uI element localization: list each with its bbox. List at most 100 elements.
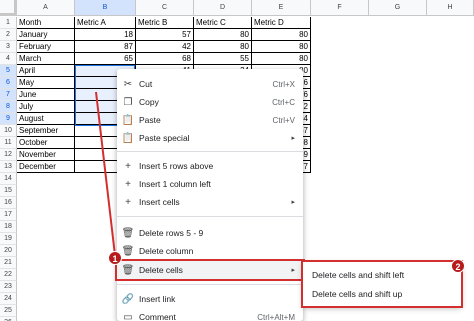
row-header[interactable]: 4 <box>0 53 17 65</box>
row-header[interactable]: 22 <box>0 269 17 281</box>
month-cell[interactable]: November <box>17 149 75 161</box>
header-cell[interactable]: Metric D <box>252 17 311 29</box>
menu-item-delete-column[interactable]: 🗑 Delete column <box>117 242 303 260</box>
submenu-arrow-icon: ▸ <box>291 135 295 142</box>
row-header[interactable]: 15 <box>0 185 17 197</box>
month-cell[interactable]: April <box>17 65 75 77</box>
value-cell[interactable]: 87 <box>75 41 136 53</box>
column-header-d[interactable]: D <box>194 0 252 16</box>
column-header-h[interactable]: H <box>427 0 474 16</box>
menu-divider <box>117 216 303 217</box>
month-cell[interactable]: July <box>17 101 75 113</box>
row-header[interactable]: 12 <box>0 149 17 161</box>
row-header[interactable]: 25 <box>0 305 17 317</box>
month-cell[interactable]: January <box>17 29 75 41</box>
comment-icon: ▭ <box>123 311 133 321</box>
plus-icon: + <box>125 178 131 190</box>
month-cell[interactable]: June <box>17 89 75 101</box>
row-header[interactable]: 6 <box>0 77 17 89</box>
menu-item-cut[interactable]: ✂ Cut Ctrl+X <box>117 75 303 93</box>
value-cell[interactable]: 80 <box>194 41 252 53</box>
month-cell[interactable]: March <box>17 53 75 65</box>
trash-icon: 🗑 <box>121 264 135 276</box>
month-cell[interactable]: February <box>17 41 75 53</box>
column-header-a[interactable]: A <box>17 0 75 16</box>
value-cell[interactable]: 80 <box>252 41 311 53</box>
row-header[interactable]: 18 <box>0 221 17 233</box>
row-header[interactable]: 17 <box>0 209 17 221</box>
column-header-g[interactable]: G <box>369 0 427 16</box>
value-cell[interactable]: 80 <box>252 53 311 65</box>
menu-item-label: Comment <box>139 312 176 321</box>
row-header[interactable]: 1 <box>0 17 17 29</box>
row-header[interactable]: 5 <box>0 65 17 77</box>
callout-badge-2: 2 <box>451 259 465 273</box>
menu-item-label: Paste special <box>139 133 190 143</box>
header-cell[interactable]: Metric C <box>194 17 252 29</box>
menu-item-insert-rows[interactable]: + Insert 5 rows above <box>117 157 303 175</box>
menu-item-shortcut: Ctrl+Alt+M <box>257 312 295 321</box>
header-cell[interactable]: Metric A <box>75 17 136 29</box>
callout-badge-1: 1 <box>108 251 122 265</box>
row-header[interactable]: 16 <box>0 197 17 209</box>
clipboard-icon: 📋 <box>121 132 135 144</box>
row-header[interactable]: 26 <box>0 317 17 321</box>
header-cell[interactable]: Metric B <box>136 17 194 29</box>
row-header[interactable]: 20 <box>0 245 17 257</box>
menu-item-label: Delete cells <box>139 265 183 275</box>
menu-item-shortcut: Ctrl+X <box>272 79 295 89</box>
column-header-f[interactable]: F <box>311 0 369 16</box>
submenu-arrow-icon: ▸ <box>291 199 295 206</box>
menu-item-delete-cells[interactable]: 🗑 Delete cells ▸ <box>115 259 305 281</box>
row-header[interactable]: 23 <box>0 281 17 293</box>
menu-item-shortcut: Ctrl+V <box>272 115 295 125</box>
month-cell[interactable]: October <box>17 137 75 149</box>
value-cell[interactable]: 80 <box>194 29 252 41</box>
scissors-icon: ✂ <box>123 78 133 90</box>
month-cell[interactable]: August <box>17 113 75 125</box>
menu-item-delete-rows[interactable]: 🗑 Delete rows 5 - 9 <box>117 224 303 242</box>
menu-item-paste[interactable]: 📋 Paste Ctrl+V <box>117 111 303 129</box>
menu-divider <box>117 151 303 152</box>
menu-item-insert-column[interactable]: + Insert 1 column left <box>117 175 303 193</box>
row-header[interactable]: 24 <box>0 293 17 305</box>
menu-item-copy[interactable]: ❐ Copy Ctrl+C <box>117 93 303 111</box>
month-cell[interactable]: May <box>17 77 75 89</box>
menu-item-insert-link[interactable]: 🔗 Insert link <box>117 290 303 308</box>
row-header[interactable]: 19 <box>0 233 17 245</box>
row-header[interactable]: 10 <box>0 125 17 137</box>
menu-item-insert-cells[interactable]: + Insert cells ▸ <box>117 193 303 211</box>
menu-item-paste-special[interactable]: 📋 Paste special ▸ <box>117 129 303 147</box>
value-cell[interactable]: 55 <box>194 53 252 65</box>
value-cell[interactable]: 42 <box>136 41 194 53</box>
submenu-item-shift-up[interactable]: Delete cells and shift up <box>303 284 461 304</box>
row-header[interactable]: 11 <box>0 137 17 149</box>
column-header-c[interactable]: C <box>136 0 194 16</box>
submenu-arrow-icon: ▸ <box>291 267 295 274</box>
value-cell[interactable]: 18 <box>75 29 136 41</box>
row-header[interactable]: 2 <box>0 29 17 41</box>
row-header[interactable]: 14 <box>0 173 17 185</box>
row-header[interactable]: 7 <box>0 89 17 101</box>
column-header-e[interactable]: E <box>252 0 311 16</box>
menu-item-label: Delete column <box>139 246 194 256</box>
menu-item-label: Cut <box>139 79 153 89</box>
menu-item-comment[interactable]: ▭ Comment Ctrl+Alt+M <box>117 308 303 321</box>
submenu-item-shift-left[interactable]: Delete cells and shift left <box>303 265 461 285</box>
row-header[interactable]: 21 <box>0 257 17 269</box>
value-cell[interactable]: 80 <box>252 29 311 41</box>
value-cell[interactable]: 57 <box>136 29 194 41</box>
month-cell[interactable]: December <box>17 161 75 173</box>
copy-icon: ❐ <box>123 96 133 108</box>
month-cell[interactable]: September <box>17 125 75 137</box>
value-cell[interactable]: 68 <box>136 53 194 65</box>
row-header[interactable]: 8 <box>0 101 17 113</box>
row-header[interactable]: 9 <box>0 113 17 125</box>
row-header[interactable]: 13 <box>0 161 17 173</box>
row-header[interactable]: 3 <box>0 41 17 53</box>
header-cell[interactable]: Month <box>17 17 75 29</box>
value-cell[interactable]: 65 <box>75 53 136 65</box>
column-header-b[interactable]: B <box>75 0 136 16</box>
select-all-corner[interactable] <box>0 0 17 16</box>
trash-icon: 🗑 <box>121 227 135 239</box>
